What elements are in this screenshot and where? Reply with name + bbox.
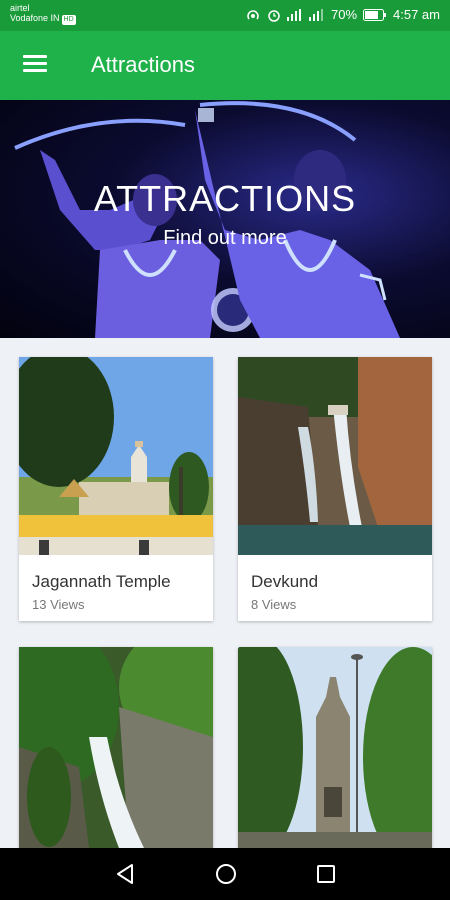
- attraction-card-devkund[interactable]: Devkund 8 Views: [238, 357, 432, 621]
- status-bar: airtel Vodafone IN HD 70% 4:57 am: [0, 0, 450, 31]
- alarm-icon: [268, 9, 280, 22]
- recents-icon[interactable]: [311, 860, 341, 888]
- page-title: Attractions: [91, 52, 195, 77]
- home-icon[interactable]: [211, 860, 241, 888]
- hero-banner[interactable]: ATTRACTIONS Find out more: [0, 100, 450, 338]
- hotspot-icon: [247, 9, 259, 19]
- clock: 4:57 am: [393, 7, 440, 22]
- battery-icon: [363, 8, 387, 21]
- hd-badge: HD: [61, 15, 76, 25]
- carrier-info: airtel Vodafone IN HD: [10, 3, 76, 25]
- attraction-views: 8 Views: [251, 597, 297, 612]
- signal-icon: [286, 8, 301, 21]
- attraction-image: [19, 647, 213, 848]
- attraction-name: Devkund: [251, 572, 319, 591]
- hero-subtitle[interactable]: Find out more: [0, 227, 450, 250]
- attraction-card-temple-tower[interactable]: [238, 647, 432, 848]
- back-icon[interactable]: [110, 860, 140, 888]
- attraction-image: [19, 357, 213, 555]
- hamburger-menu-icon[interactable]: [23, 55, 47, 73]
- carrier-primary: airtel: [10, 3, 30, 13]
- attraction-card-jagannath-temple[interactable]: Jagannath Temple 13 Views: [19, 357, 213, 621]
- signal-icon-2: [308, 8, 323, 21]
- attraction-views: 13 Views: [32, 597, 85, 612]
- navigation-bar: [0, 848, 450, 900]
- attraction-card-waterfall[interactable]: [19, 647, 213, 848]
- battery-percent: 70%: [330, 7, 358, 22]
- app-bar: Attractions: [0, 31, 450, 100]
- carrier-secondary: Vodafone IN: [10, 13, 60, 23]
- attraction-image: [238, 647, 432, 848]
- attraction-name: Jagannath Temple: [32, 572, 171, 591]
- attraction-image: [238, 357, 432, 555]
- hero-title: ATTRACTIONS: [93, 178, 357, 219]
